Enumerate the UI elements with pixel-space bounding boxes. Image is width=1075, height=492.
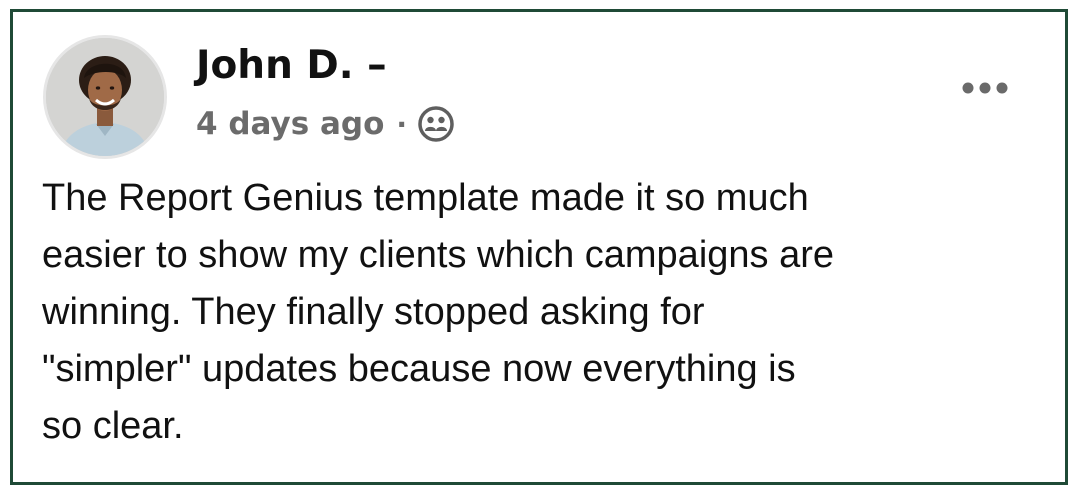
- avatar[interactable]: [43, 35, 167, 159]
- author-name[interactable]: John D. –: [196, 42, 387, 90]
- post-timestamp[interactable]: 4 days ago: [196, 106, 384, 142]
- meta-separator: ·: [396, 107, 408, 141]
- more-options-button[interactable]: [955, 70, 1015, 106]
- post-meta: 4 days ago ·: [196, 104, 455, 144]
- friends-icon[interactable]: [417, 105, 455, 143]
- post-text: The Report Genius template made it so mu…: [42, 177, 835, 447]
- avatar-portrait-icon: [46, 38, 164, 156]
- post-card: John D. – 4 days ago · The Report Genius…: [10, 9, 1068, 485]
- more-options-icon: [962, 82, 1008, 94]
